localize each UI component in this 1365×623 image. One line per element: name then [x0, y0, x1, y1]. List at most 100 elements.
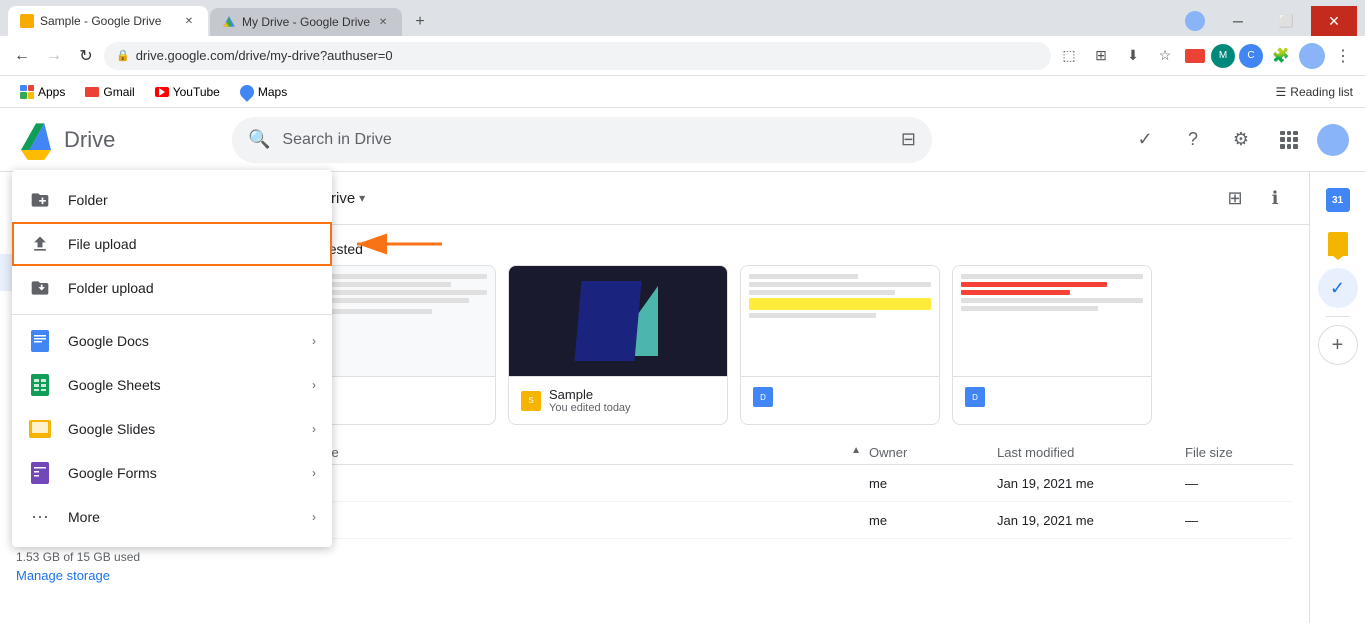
list-item-1[interactable]: me Jan 19, 2021 me — [296, 465, 1293, 502]
file-upload-label: File upload [68, 236, 137, 252]
sheets-icon [28, 373, 52, 397]
right-icon-keep[interactable] [1318, 224, 1358, 264]
user-avatar[interactable] [1317, 124, 1349, 156]
col-modified-header[interactable]: Last modified [997, 445, 1177, 460]
grid-view-button[interactable]: ⊞ [1217, 180, 1253, 216]
toolbar-right: ⊞ ℹ [1217, 180, 1293, 216]
nav-bar: ← → ↻ 🔒 drive.google.com/drive/my-drive?… [0, 36, 1365, 76]
settings-button[interactable]: ⚙ [1221, 120, 1261, 160]
file-card-4[interactable]: D [952, 265, 1152, 425]
file-card-3[interactable]: D [740, 265, 940, 425]
search-placeholder: Search in Drive [282, 131, 888, 149]
profile-avatar[interactable] [1299, 43, 1325, 69]
file-card-sample[interactable]: S Sample You edited today [508, 265, 728, 425]
header-right: ✓ ? ⚙ [1125, 120, 1349, 160]
folder-upload-label: Folder upload [68, 280, 154, 296]
tab-my-drive[interactable]: My Drive - Google Drive ✕ [210, 8, 402, 36]
tab-close-sample[interactable]: ✕ [182, 14, 196, 28]
minimize-button[interactable]: ─ [1215, 6, 1261, 36]
col-name-header[interactable]: Name [304, 445, 843, 460]
reading-list-label: Reading list [1290, 85, 1353, 99]
dropdown-item-google-sheets[interactable]: Google Sheets › [12, 363, 332, 407]
file-info-sample: S Sample You edited today [509, 376, 727, 424]
app-header: Drive 🔍 Search in Drive ⊟ ✓ ? ⚙ [0, 108, 1365, 172]
google-meet-icon[interactable]: M [1211, 44, 1235, 68]
maximize-button[interactable]: ⬜ [1263, 6, 1309, 36]
forward-button[interactable]: → [40, 42, 68, 70]
col-size-header[interactable]: File size [1185, 445, 1285, 460]
row1-size: — [1185, 476, 1285, 491]
checkmark-button[interactable]: ✓ [1125, 120, 1165, 160]
dropdown-item-folder-upload[interactable]: Folder upload [12, 266, 332, 310]
apps-label: Apps [38, 85, 65, 99]
docs-arrow: › [312, 334, 316, 348]
file-info-3: D [741, 376, 939, 417]
dropdown-item-file-upload[interactable]: File upload [12, 222, 332, 266]
row2-size: — [1185, 513, 1285, 528]
dropdown-item-google-forms[interactable]: Google Forms › [12, 451, 332, 495]
right-icon-calendar[interactable]: 31 [1318, 180, 1358, 220]
tab-title-sample: Sample - Google Drive [40, 14, 176, 28]
dropdown-item-google-slides[interactable]: Google Slides › [12, 407, 332, 451]
folder-upload-icon [28, 276, 52, 300]
apps-grid-button[interactable] [1269, 120, 1309, 160]
more-icon: ⋯ [28, 505, 52, 529]
search-bar[interactable]: 🔍 Search in Drive ⊟ [232, 117, 932, 163]
new-tab-button[interactable]: + [406, 8, 434, 36]
bookmark-apps[interactable]: Apps [12, 83, 73, 101]
extensions-icon[interactable]: 🧩 [1267, 42, 1295, 70]
search-icon: 🔍 [248, 129, 270, 150]
content-area: + New ▾ 💾 My Drive 🖥 Computers 👥 Shared … [0, 172, 1365, 623]
reading-list-btn[interactable]: ☰ Reading list [1276, 85, 1353, 99]
file-grid: D [296, 265, 1293, 425]
bookmark-maps[interactable]: Maps [232, 83, 295, 101]
tab-search-icon[interactable]: ⊞ [1087, 42, 1115, 70]
bookmarks-bar: Apps Gmail YouTube Maps ☰ Reading list [0, 76, 1365, 108]
close-button[interactable]: ✕ [1311, 6, 1357, 36]
more-arrow: › [312, 510, 316, 524]
screen-cast-icon[interactable]: ⬚ [1055, 42, 1083, 70]
youtube-label: YouTube [173, 85, 220, 99]
download-icon[interactable]: ⬇ [1119, 42, 1147, 70]
profile-icon[interactable] [1185, 11, 1205, 31]
gmail-icon[interactable] [1183, 44, 1207, 68]
folder-plus-icon [28, 188, 52, 212]
slides-label: Google Slides [68, 421, 296, 437]
reading-list-icon: ☰ [1276, 85, 1287, 99]
right-icon-tasks[interactable]: ✓ [1318, 268, 1358, 308]
arrow-annotation [342, 224, 452, 264]
list-item-2[interactable]: me Jan 19, 2021 me — [296, 502, 1293, 539]
right-add-button[interactable]: + [1318, 325, 1358, 365]
address-bar[interactable]: 🔒 drive.google.com/drive/my-drive?authus… [104, 42, 1051, 70]
row2-modified: Jan 19, 2021 me [997, 513, 1177, 528]
tab-sample[interactable]: Sample - Google Drive ✕ [8, 6, 208, 36]
logo-area: Drive [16, 120, 216, 160]
bookmark-youtube[interactable]: YouTube [147, 83, 228, 101]
file-thumb-4 [953, 266, 1151, 376]
refresh-button[interactable]: ↻ [72, 42, 100, 70]
tab-favicon-sample [20, 14, 34, 28]
back-button[interactable]: ← [8, 42, 36, 70]
file-date-sample: You edited today [549, 402, 715, 414]
cursor-icon[interactable]: C [1239, 44, 1263, 68]
sort-icon: ▲ [851, 445, 861, 460]
main-toolbar: My Drive ▾ ⊞ ℹ [280, 172, 1309, 225]
info-button[interactable]: ℹ [1257, 180, 1293, 216]
dropdown-item-folder[interactable]: Folder [12, 178, 332, 222]
col-owner-header[interactable]: Owner [869, 445, 989, 460]
tab-close-drive[interactable]: ✕ [376, 15, 390, 29]
search-filter-icon[interactable]: ⊟ [901, 129, 916, 150]
sheets-label: Google Sheets [68, 377, 296, 393]
bookmark-icon[interactable]: ☆ [1151, 42, 1179, 70]
more-menu-button[interactable]: ⋮ [1329, 42, 1357, 70]
dropdown-item-more[interactable]: ⋯ More › [12, 495, 332, 539]
manage-storage-link[interactable]: Manage storage [16, 568, 264, 583]
file-name-sample: Sample [549, 387, 715, 402]
gmail-bookmark-icon [85, 87, 99, 97]
drive-name: Drive [64, 127, 115, 153]
bookmark-gmail[interactable]: Gmail [77, 83, 142, 101]
row1-owner: me [869, 476, 989, 491]
help-button[interactable]: ? [1173, 120, 1213, 160]
dropdown-item-google-docs[interactable]: Google Docs › [12, 319, 332, 363]
drive-logo [16, 120, 56, 160]
